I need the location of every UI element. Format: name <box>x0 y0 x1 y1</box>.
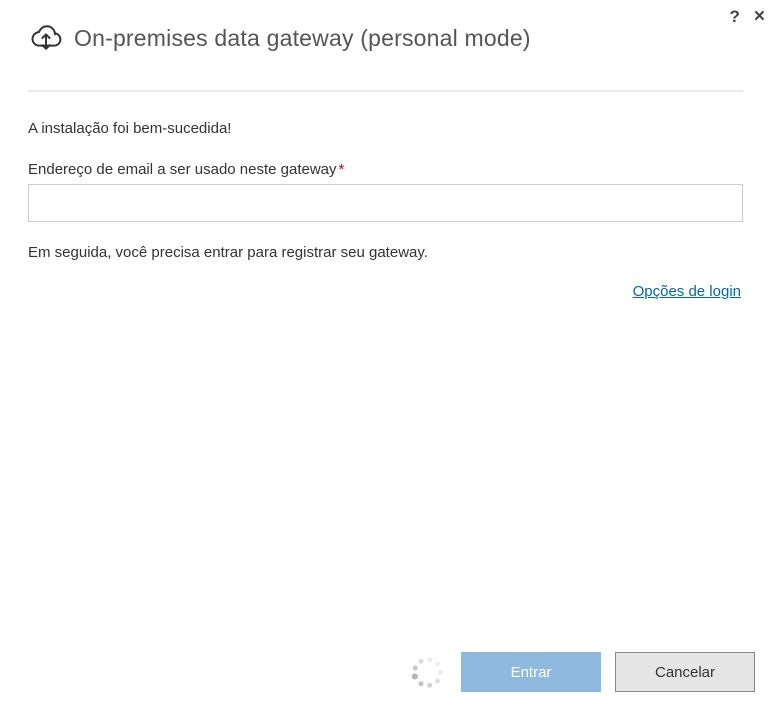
email-label: Endereço de email a ser usado neste gate… <box>28 161 743 178</box>
required-asterisk: * <box>339 161 345 178</box>
cloud-gateway-icon <box>28 22 64 54</box>
install-success-message: A instalação foi bem-sucedida! <box>28 120 743 137</box>
login-options-link[interactable]: Opções de login <box>633 283 741 300</box>
help-icon[interactable]: ? <box>730 7 740 27</box>
close-icon[interactable]: × <box>754 6 765 28</box>
footer: Entrar Cancelar <box>409 652 755 692</box>
app-title: On-premises data gateway (personal mode) <box>74 25 531 52</box>
cancel-button[interactable]: Cancelar <box>615 652 755 692</box>
email-label-text: Endereço de email a ser usado neste gate… <box>28 161 337 178</box>
email-field[interactable] <box>28 184 743 222</box>
signin-hint: Em seguida, você precisa entrar para reg… <box>28 244 743 261</box>
header: On-premises data gateway (personal mode) <box>0 0 771 54</box>
main-content: A instalação foi bem-sucedida! Endereço … <box>0 92 771 301</box>
signin-button[interactable]: Entrar <box>461 652 601 692</box>
loading-spinner-icon <box>409 654 445 690</box>
